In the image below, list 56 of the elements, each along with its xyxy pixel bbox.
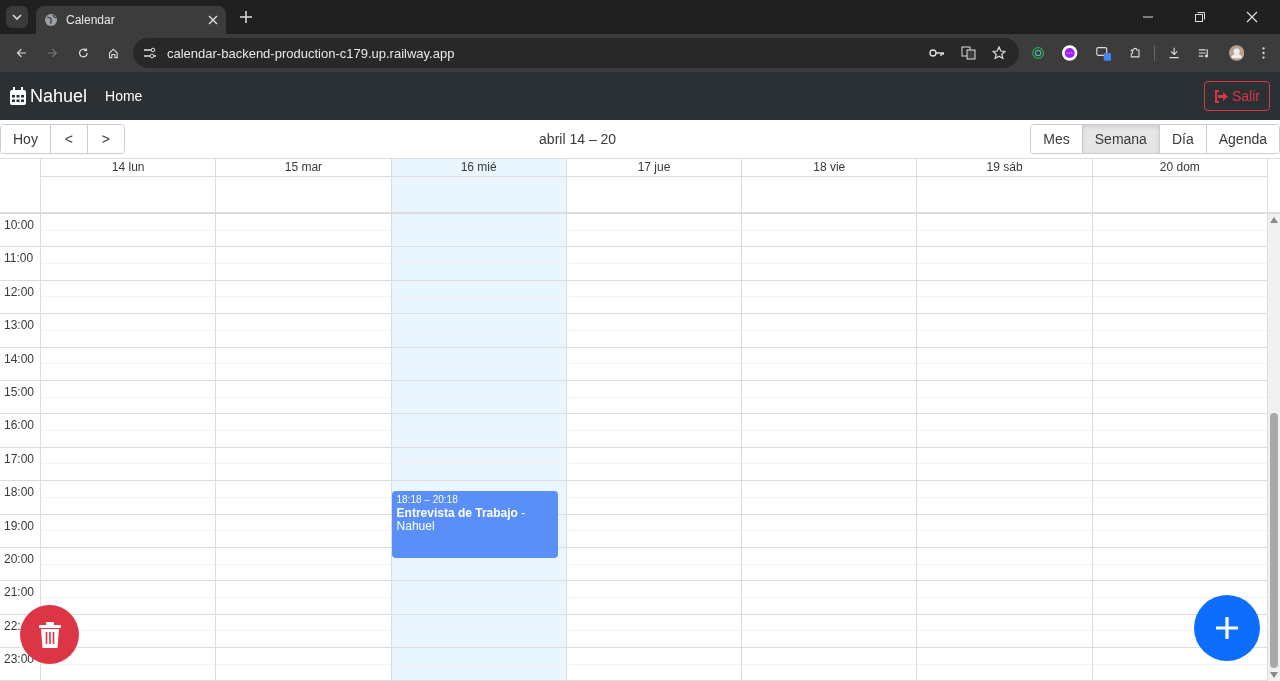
restore-icon[interactable]	[1194, 11, 1206, 23]
close-icon[interactable]	[208, 15, 218, 25]
time-label: 14:00	[3, 350, 35, 366]
translate-icon[interactable]	[961, 46, 976, 60]
time-label: 16:00	[3, 417, 35, 433]
time-label: 21:00	[3, 584, 35, 600]
day-label[interactable]: 17 jue	[566, 159, 742, 177]
browser-tab[interactable]: Calendar	[36, 6, 226, 34]
key-icon[interactable]	[929, 48, 945, 58]
day-label[interactable]: 19 sáb	[917, 159, 1092, 177]
tab-list-icon[interactable]	[6, 6, 28, 28]
download-icon[interactable]	[1168, 45, 1181, 61]
brand-name[interactable]: Nahuel	[30, 85, 88, 107]
home-link[interactable]: Home	[105, 88, 143, 104]
logout-icon	[1214, 89, 1228, 103]
menu-icon[interactable]	[1261, 45, 1265, 61]
event-title: Entrevista de Trabajo - Nahuel	[396, 507, 527, 534]
day-label[interactable]: 16 mié	[391, 159, 566, 177]
time-label: 20:00	[3, 550, 35, 566]
extension-icon[interactable]	[1062, 43, 1078, 63]
home-icon[interactable]	[108, 46, 119, 60]
scroll-down-icon[interactable]	[1269, 672, 1278, 678]
date-range-label: abril 14 – 20	[539, 131, 617, 147]
avatar-icon[interactable]	[1228, 43, 1244, 63]
day-label[interactable]: 15 mar	[216, 159, 391, 177]
globe-icon	[44, 13, 58, 27]
event-time: 18:18 – 20:18	[396, 494, 458, 506]
time-label: 22:	[3, 617, 21, 633]
day-label[interactable]: 14 lun	[41, 159, 216, 177]
scroll-up-icon[interactable]	[1269, 217, 1278, 223]
close-icon[interactable]	[1246, 11, 1258, 23]
site-settings-icon[interactable]	[143, 46, 157, 60]
time-label: 11:00	[3, 250, 34, 266]
tab-title: Calendar	[66, 13, 116, 27]
url-text: calendar-backend-production-c179.up.railway.app	[167, 45, 455, 61]
back-icon[interactable]	[16, 46, 27, 60]
view-tab[interactable]: Agenda	[1205, 125, 1279, 153]
calendar-icon	[10, 87, 26, 105]
day-label[interactable]: 18 vie	[742, 159, 917, 177]
nav-button[interactable]: >	[86, 125, 124, 153]
view-tab[interactable]: Semana	[1081, 125, 1159, 153]
day-label[interactable]: 20 dom	[1092, 159, 1267, 177]
address-bar[interactable]: calendar-backend-production-c179.up.railway.app	[133, 38, 1019, 68]
plus-icon	[1216, 617, 1238, 639]
reload-icon[interactable]	[77, 46, 89, 60]
star-icon[interactable]	[992, 46, 1006, 60]
new-tab-icon[interactable]	[240, 11, 252, 23]
time-label: 19:00	[3, 517, 35, 533]
time-label: 17:00	[3, 450, 35, 466]
time-label: 10:00	[3, 217, 35, 232]
time-label: 15:00	[3, 383, 35, 399]
time-label: 12:00	[3, 283, 35, 299]
time-label: 13:00	[3, 317, 35, 333]
time-label: 18:00	[3, 484, 35, 500]
trash-icon	[38, 621, 61, 648]
target-icon[interactable]	[1032, 45, 1045, 61]
